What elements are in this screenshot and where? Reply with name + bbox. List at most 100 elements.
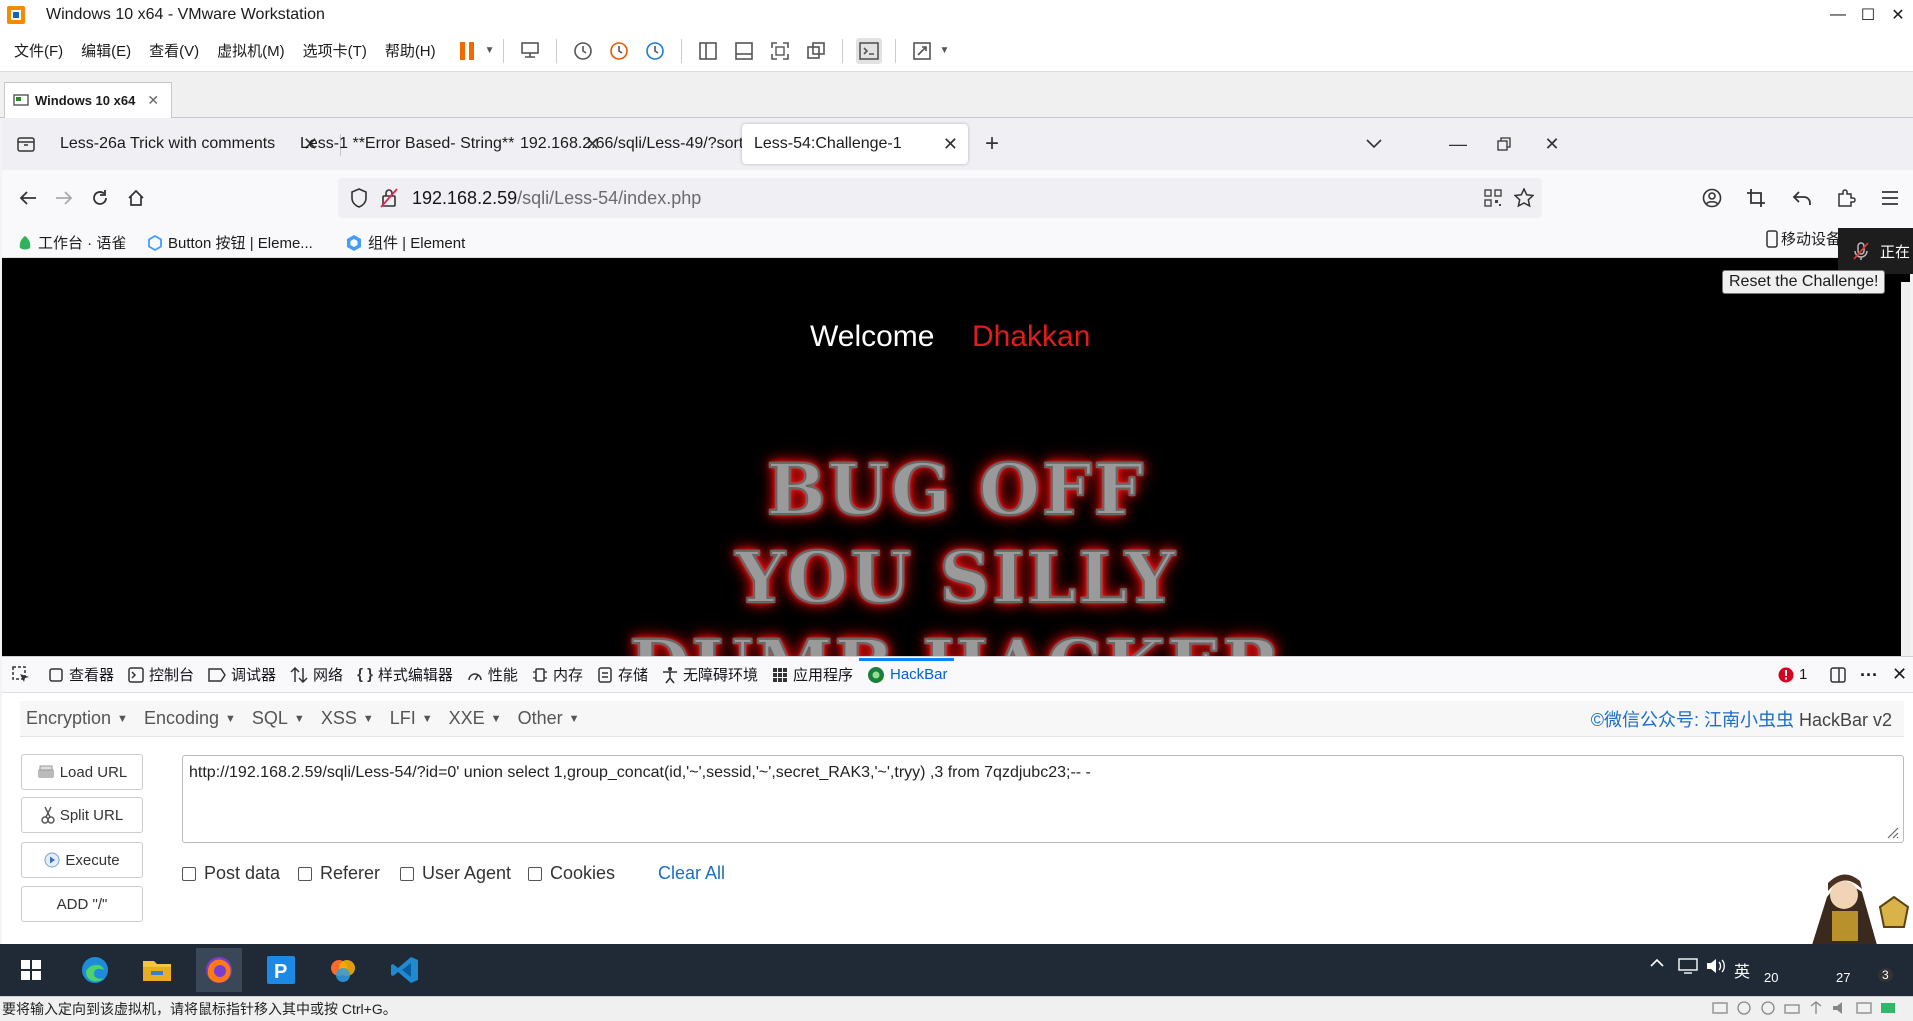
pause-dropdown-icon[interactable]: ▼	[485, 45, 495, 56]
hackbar-menu-sql[interactable]: SQL ▼	[252, 708, 305, 729]
console-view-icon[interactable]	[855, 37, 882, 64]
snapshot-manager-icon[interactable]	[642, 38, 668, 64]
tracking-shield-icon[interactable]	[350, 188, 368, 208]
dock-side-icon[interactable]	[1830, 666, 1846, 683]
devtools-tab-hackbar[interactable]: HackBar	[859, 657, 954, 684]
menu-tabs[interactable]: 选项卡(T)	[303, 40, 367, 61]
hackbar-brand[interactable]: ©微信公众号: 江南小虫虫 HackBar v2	[1591, 706, 1892, 732]
network-tray-icon[interactable]	[1678, 958, 1698, 974]
stretch-guest-icon[interactable]	[909, 38, 935, 64]
insecure-lock-icon[interactable]	[380, 188, 398, 208]
send-ctrl-alt-del-icon[interactable]	[517, 38, 543, 64]
sidebar-view-icon[interactable]	[695, 38, 721, 64]
checkbox-box[interactable]	[528, 866, 542, 881]
stretch-dropdown-icon[interactable]: ▼	[940, 45, 950, 56]
checkbox-box[interactable]	[298, 866, 312, 881]
page-scrollbar[interactable]	[1901, 282, 1911, 656]
bookmark-star-icon[interactable]	[1514, 188, 1534, 208]
menu-edit[interactable]: 编辑(E)	[81, 40, 131, 61]
edge-icon[interactable]	[72, 948, 118, 992]
tab-less-54-active[interactable]: Less-54:Challenge-1 ✕	[742, 124, 968, 164]
pause-icon[interactable]	[454, 38, 480, 64]
responsive-design-mode[interactable]: 移动设备	[1766, 228, 1841, 249]
extensions-icon[interactable]	[1832, 184, 1860, 212]
hackbar-url-textarea[interactable]: http://192.168.2.59/sqli/Less-54/?id=0' …	[182, 755, 1904, 843]
hackbar-menu-encoding[interactable]: Encoding ▼	[144, 708, 236, 729]
browser-restore-icon[interactable]	[1490, 130, 1518, 158]
list-all-tabs-icon[interactable]	[1360, 130, 1388, 158]
vm-tab-close-icon[interactable]: ✕	[147, 92, 159, 109]
bookmark-element-components[interactable]: 组件 | Element	[346, 232, 465, 253]
tab-close-icon[interactable]: ✕	[943, 134, 958, 155]
load-url-button[interactable]: Load URL	[21, 754, 143, 790]
vscode-icon[interactable]	[382, 948, 428, 992]
hackbar-menu-lfi[interactable]: LFI ▼	[390, 708, 433, 729]
burp-suite-icon[interactable]	[320, 948, 366, 992]
execute-button[interactable]: Execute	[21, 842, 143, 878]
vm-tab-windows10[interactable]: Windows 10 x64 ✕	[4, 82, 172, 118]
checkbox-cookies[interactable]: Cookies	[528, 863, 615, 884]
checkbox-box[interactable]	[182, 866, 196, 881]
checkbox-box[interactable]	[400, 866, 414, 881]
checkbox-post-data[interactable]: Post data	[182, 863, 280, 884]
bookmark-yuque[interactable]: 工作台 · 语雀	[18, 232, 126, 253]
hackbar-menu-xss[interactable]: XSS ▼	[321, 708, 374, 729]
reset-challenge-button[interactable]: Reset the Challenge!	[1722, 270, 1886, 294]
checkbox-user-agent[interactable]: User Agent	[400, 863, 511, 884]
forward-arrow-icon[interactable]	[50, 184, 78, 212]
browser-close-icon[interactable]: ✕	[1538, 130, 1566, 158]
bookmark-element-button[interactable]: Button 按钮 | Eleme...	[148, 232, 313, 253]
hackbar-menu-xxe[interactable]: XXE ▼	[449, 708, 502, 729]
browser-minimize-icon[interactable]: —	[1444, 130, 1472, 158]
devtools-tab-inspector[interactable]: 查看器	[48, 664, 114, 685]
account-icon[interactable]	[1698, 184, 1726, 212]
file-explorer-icon[interactable]	[134, 948, 180, 992]
devtools-tab-style-editor[interactable]: { } 样式编辑器	[357, 664, 453, 685]
devtools-tab-accessibility[interactable]: 无障碍环境	[662, 664, 758, 685]
menu-view[interactable]: 查看(V)	[149, 40, 199, 61]
menu-vm[interactable]: 虚拟机(M)	[217, 40, 285, 61]
thumbnail-view-icon[interactable]	[731, 38, 757, 64]
maximize-button[interactable]: ☐	[1853, 0, 1883, 30]
devtools-more-icon[interactable]: ···	[1860, 666, 1878, 684]
devtools-tab-storage[interactable]: 存储	[597, 664, 648, 685]
address-bar[interactable]: 192.168.2.59/sqli/Less-54/index.php	[338, 178, 1542, 218]
devtools-close-icon[interactable]: ✕	[1892, 664, 1907, 685]
devtools-tab-network[interactable]: 网络	[290, 664, 343, 685]
pycharm-icon[interactable]: P	[258, 948, 304, 992]
add-slash-button[interactable]: ADD "/"	[21, 886, 143, 922]
error-count-badge[interactable]: 1	[1778, 666, 1807, 683]
ime-indicator[interactable]: 英	[1734, 958, 1750, 982]
undo-icon[interactable]	[1788, 184, 1816, 212]
home-icon[interactable]	[122, 184, 150, 212]
start-windows-icon[interactable]	[8, 948, 54, 992]
snapshot-icon[interactable]	[570, 38, 596, 64]
tab-groups-icon[interactable]	[12, 130, 40, 158]
devtools-tab-performance[interactable]: 性能	[467, 664, 518, 685]
menu-file[interactable]: 文件(F)	[14, 40, 63, 61]
fullscreen-icon[interactable]	[767, 38, 793, 64]
hackbar-brand-link[interactable]: ©微信公众号: 江南小虫虫	[1591, 710, 1794, 730]
qr-code-icon[interactable]	[1484, 189, 1502, 207]
close-window-button[interactable]: ✕	[1883, 0, 1913, 30]
split-url-button[interactable]: Split URL	[21, 797, 143, 833]
devtools-tab-memory[interactable]: 内存	[532, 664, 583, 685]
devtools-tab-debugger[interactable]: 调试器	[208, 664, 276, 685]
tray-chevron-icon[interactable]	[1650, 958, 1664, 968]
checkbox-referer[interactable]: Referer	[298, 863, 380, 884]
hamburger-menu-icon[interactable]	[1876, 184, 1904, 212]
side-panel-overlay[interactable]: 正在	[1838, 228, 1913, 274]
resize-grip-icon[interactable]	[1885, 825, 1899, 839]
hackbar-menu-other[interactable]: Other ▼	[518, 708, 580, 729]
devtools-tab-application[interactable]: 应用程序	[772, 664, 853, 685]
notification-badge[interactable]: 3	[1878, 968, 1893, 982]
volume-icon[interactable]	[1706, 958, 1726, 974]
reload-icon[interactable]	[86, 184, 114, 212]
firefox-icon[interactable]	[196, 948, 242, 992]
minimize-button[interactable]: —	[1823, 0, 1853, 30]
menu-help[interactable]: 帮助(H)	[385, 40, 436, 61]
new-tab-icon[interactable]: +	[978, 130, 1006, 158]
screenshot-crop-icon[interactable]	[1742, 184, 1770, 212]
revert-snapshot-icon[interactable]	[606, 38, 632, 64]
hackbar-menu-encryption[interactable]: Encryption ▼	[26, 708, 128, 729]
